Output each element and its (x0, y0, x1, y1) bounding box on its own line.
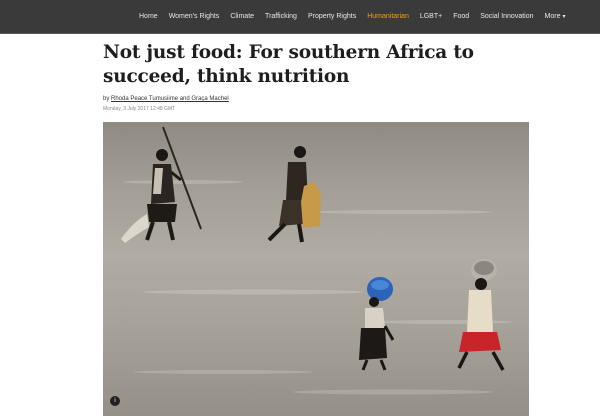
nav-item-more[interactable]: More ▾ (545, 13, 566, 20)
nav-item-social-innovation[interactable]: Social Innovation (480, 13, 533, 20)
nav-item-humanitarian[interactable]: Humanitarian (367, 13, 409, 20)
article-date: Monday, 3 July 2017 12:48 GMT (103, 106, 176, 112)
image-info-icon[interactable]: i (110, 396, 120, 406)
article-hero-image: i (103, 122, 529, 416)
nav-item-home[interactable]: Home (139, 13, 158, 20)
article-title: Not just food: For southern Africa to su… (103, 42, 474, 87)
river-scene-illustration (121, 126, 513, 395)
nav-item-property-rights[interactable]: Property Rights (308, 13, 356, 20)
person-with-pole (121, 126, 202, 243)
nav-item-climate[interactable]: Climate (230, 13, 254, 20)
person-with-bag (267, 146, 321, 243)
nav-item-food[interactable]: Food (453, 13, 469, 20)
nav-item-lgbt[interactable]: LGBT+ (420, 13, 442, 20)
top-navigation-bar: Home Women's Rights Climate Trafficking … (0, 0, 600, 34)
nav-menu: Home Women's Rights Climate Trafficking … (139, 0, 576, 33)
byline-authors-link[interactable]: Rhoda Peace Tumusiime and Graça Machel (111, 96, 229, 102)
child-with-metal-bowl (457, 259, 505, 371)
nav-item-trafficking[interactable]: Trafficking (265, 13, 297, 20)
chevron-down-icon: ▾ (562, 14, 566, 20)
article-byline: by Rhoda Peace Tumusiime and Graça Mache… (103, 96, 229, 102)
child-with-blue-bucket (359, 277, 395, 371)
nav-more-label: More (544, 13, 561, 20)
nav-item-womens-rights[interactable]: Women's Rights (169, 13, 220, 20)
byline-prefix: by (103, 96, 110, 102)
